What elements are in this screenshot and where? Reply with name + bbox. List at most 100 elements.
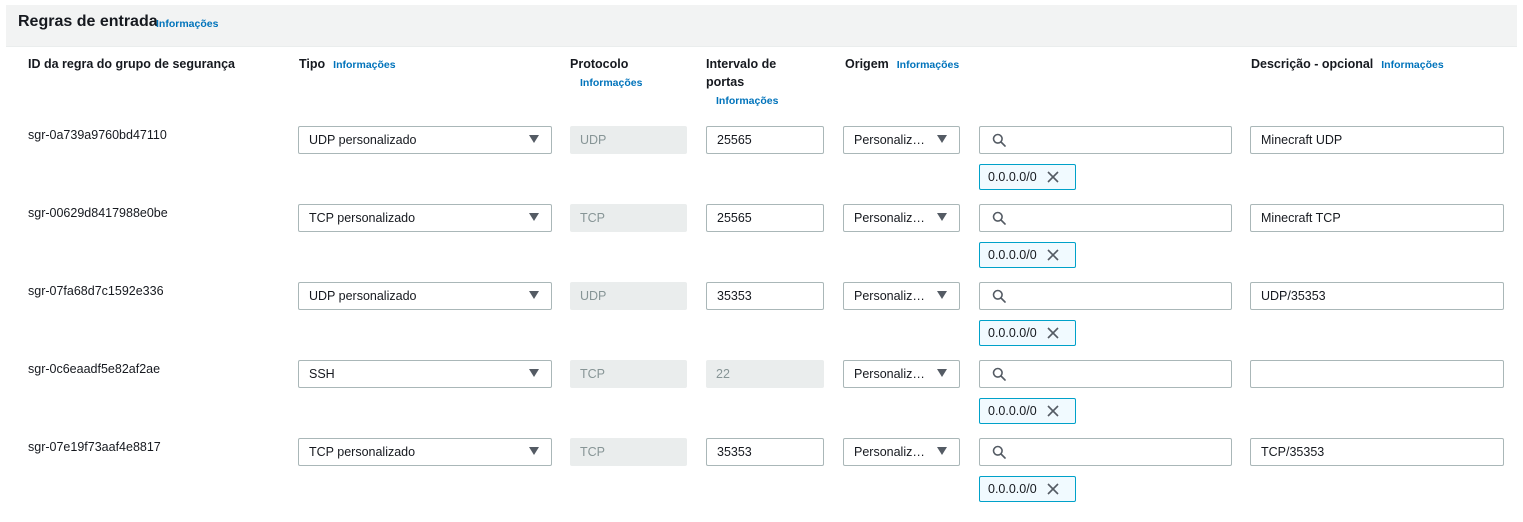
protocol-value: UDP (580, 133, 607, 147)
rule-id: sgr-07e19f73aaf4e8817 (28, 440, 161, 454)
type-select[interactable]: TCP personalizado (298, 438, 552, 466)
protocol-field: TCP (570, 360, 687, 388)
description-value: TCP/35353 (1261, 445, 1325, 459)
source-search-input[interactable] (979, 438, 1232, 466)
column-header-port-range: Intervalo de portas Informações (706, 55, 778, 110)
port-info-link[interactable]: Informações (716, 95, 778, 107)
type-select-value: TCP personalizado (309, 211, 416, 225)
column-header-rule-id: ID da regra do grupo de segurança (28, 55, 235, 73)
search-icon (992, 445, 1006, 459)
port-range-value: 22 (716, 367, 730, 381)
caret-down-icon (937, 369, 947, 377)
description-value: UDP/35353 (1261, 289, 1326, 303)
source-type-select[interactable]: Personaliz… (843, 126, 960, 154)
cidr-token-label: 0.0.0.0/0 (988, 326, 1037, 340)
close-icon[interactable] (1047, 171, 1059, 183)
port-range-input[interactable]: 35353 (706, 438, 824, 466)
column-header-protocol: Protocolo Informações (570, 55, 642, 92)
source-search-input[interactable] (979, 282, 1232, 310)
port-range-value: 35353 (717, 289, 752, 303)
source-search-input[interactable] (979, 360, 1232, 388)
close-icon[interactable] (1047, 405, 1059, 417)
column-header-source: Origem Informações (845, 55, 959, 74)
type-select-value: TCP personalizado (309, 445, 416, 459)
source-type-value: Personaliz… (854, 445, 925, 459)
protocol-field: TCP (570, 204, 687, 232)
source-type-select[interactable]: Personaliz… (843, 204, 960, 232)
port-range-value: 25565 (717, 211, 752, 225)
description-input[interactable]: Minecraft TCP (1250, 204, 1504, 232)
type-select[interactable]: UDP personalizado (298, 126, 552, 154)
close-icon[interactable] (1047, 483, 1059, 495)
protocol-value: TCP (580, 211, 605, 225)
description-info-link[interactable]: Informações (1381, 59, 1443, 71)
column-header-type-label: Tipo (299, 57, 326, 71)
caret-down-icon (529, 135, 539, 143)
column-header-port-label-2: portas (706, 75, 745, 89)
source-type-select[interactable]: Personaliz… (843, 438, 960, 466)
cidr-token-label: 0.0.0.0/0 (988, 170, 1037, 184)
search-icon (992, 211, 1006, 225)
protocol-value: TCP (580, 367, 605, 381)
description-value: Minecraft TCP (1261, 211, 1341, 225)
caret-down-icon (529, 213, 539, 221)
protocol-field: UDP (570, 282, 687, 310)
type-select-value: SSH (309, 367, 335, 381)
source-info-link[interactable]: Informações (897, 59, 959, 71)
source-type-value: Personaliz… (854, 211, 925, 225)
rule-id: sgr-0c6eaadf5e82af2ae (28, 362, 161, 376)
column-header-port-label-1: Intervalo de (706, 57, 777, 71)
description-input[interactable]: TCP/35353 (1250, 438, 1504, 466)
caret-down-icon (937, 213, 947, 221)
source-type-select[interactable]: Personaliz… (843, 360, 960, 388)
source-search-input[interactable] (979, 204, 1232, 232)
type-select-value: UDP personalizado (309, 289, 417, 303)
description-input[interactable]: UDP/35353 (1250, 282, 1504, 310)
port-range-input[interactable]: 25565 (706, 204, 824, 232)
column-header-protocol-label: Protocolo (570, 57, 629, 71)
type-select-value: UDP personalizado (309, 133, 417, 147)
type-select[interactable]: TCP personalizado (298, 204, 552, 232)
cidr-token: 0.0.0.0/0 (979, 320, 1076, 346)
search-icon (992, 133, 1006, 147)
search-icon (992, 289, 1006, 303)
port-range-value: 35353 (717, 445, 752, 459)
caret-down-icon (937, 291, 947, 299)
protocol-value: TCP (580, 445, 605, 459)
description-value: Minecraft UDP (1261, 133, 1343, 147)
section-info-link[interactable]: Informações (156, 18, 218, 30)
cidr-token: 0.0.0.0/0 (979, 164, 1076, 190)
column-header-type: Tipo Informações (299, 55, 396, 74)
protocol-field: TCP (570, 438, 687, 466)
source-type-value: Personaliz… (854, 289, 925, 303)
rule-id: sgr-00629d8417988e0be (28, 206, 168, 220)
close-icon[interactable] (1047, 249, 1059, 261)
close-icon[interactable] (1047, 327, 1059, 339)
port-range-value: 25565 (717, 133, 752, 147)
source-type-value: Personaliz… (854, 367, 925, 381)
type-select[interactable]: SSH (298, 360, 552, 388)
type-select[interactable]: UDP personalizado (298, 282, 552, 310)
description-input[interactable]: Minecraft UDP (1250, 126, 1504, 154)
cidr-token-label: 0.0.0.0/0 (988, 248, 1037, 262)
source-type-select[interactable]: Personaliz… (843, 282, 960, 310)
port-range-input[interactable]: 35353 (706, 282, 824, 310)
source-type-value: Personaliz… (854, 133, 925, 147)
protocol-value: UDP (580, 289, 607, 303)
cidr-token-label: 0.0.0.0/0 (988, 404, 1037, 418)
caret-down-icon (937, 135, 947, 143)
cidr-token: 0.0.0.0/0 (979, 476, 1076, 502)
cidr-token: 0.0.0.0/0 (979, 398, 1076, 424)
protocol-info-link[interactable]: Informações (580, 77, 642, 89)
rule-id: sgr-0a739a9760bd47110 (28, 128, 167, 142)
type-info-link[interactable]: Informações (333, 59, 395, 71)
section-title: Regras de entrada (18, 13, 158, 30)
source-search-input[interactable] (979, 126, 1232, 154)
column-header-source-label: Origem (845, 57, 889, 71)
port-range-input[interactable]: 25565 (706, 126, 824, 154)
description-input[interactable] (1250, 360, 1504, 388)
caret-down-icon (937, 447, 947, 455)
protocol-field: UDP (570, 126, 687, 154)
caret-down-icon (529, 291, 539, 299)
port-range-input: 22 (706, 360, 824, 388)
